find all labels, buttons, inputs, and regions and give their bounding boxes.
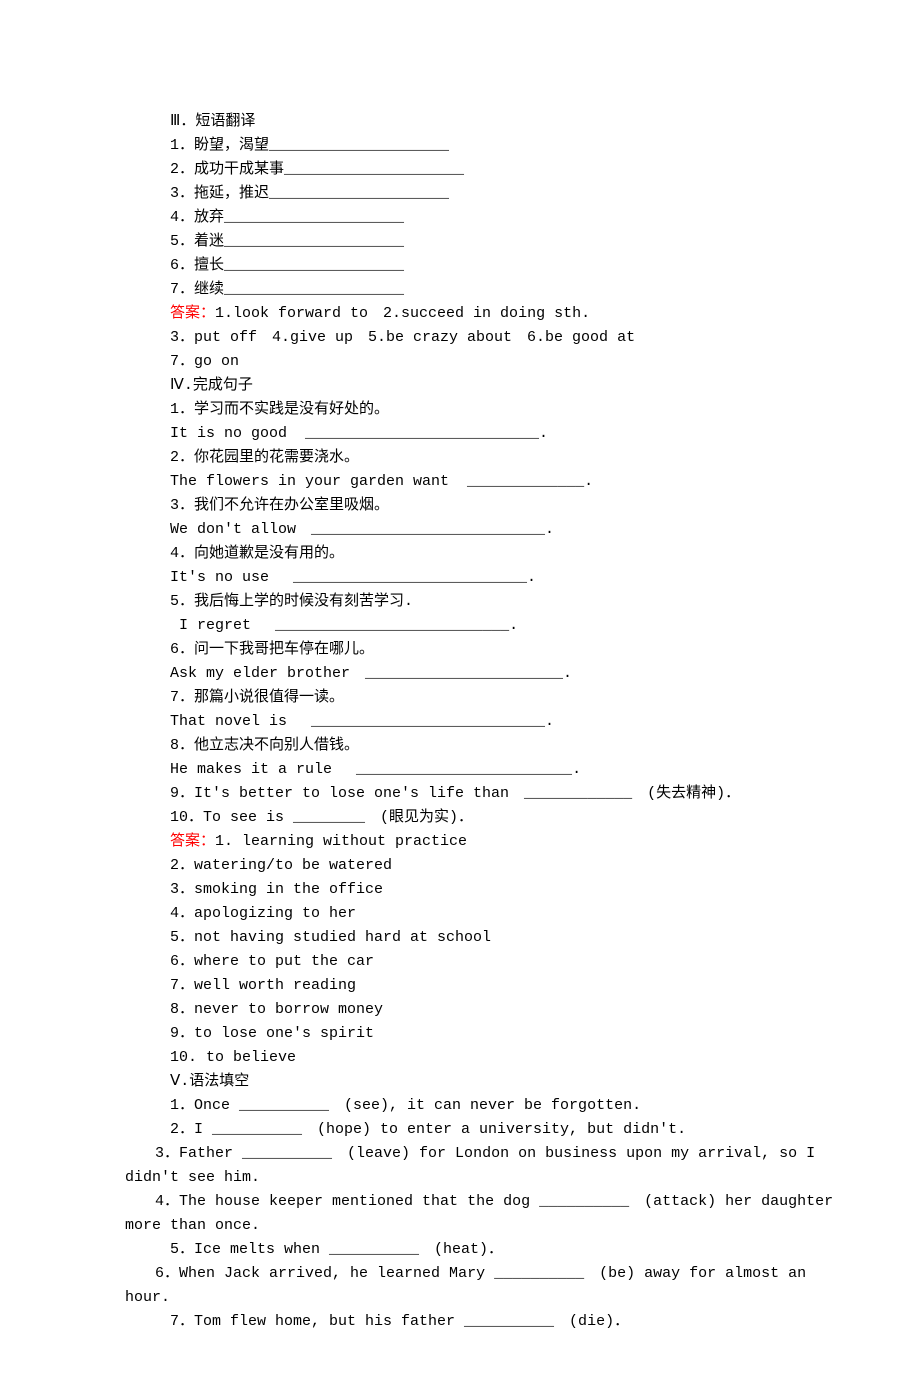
s3-item-2: 2．成功干成某事____________________ <box>80 158 840 182</box>
s3-item-7: 7．继续____________________ <box>80 278 840 302</box>
s4-answer-10: 10. to believe <box>80 1046 840 1070</box>
s4-e1: It is no good __________________________… <box>80 422 840 446</box>
section-4-title: Ⅳ.完成句子 <box>80 374 840 398</box>
s4-e6: Ask my elder brother ___________________… <box>80 662 840 686</box>
answer-label: 答案： <box>170 305 215 322</box>
s4-answer-2: 2．watering/to be watered <box>80 854 840 878</box>
s5-item-3-text: 3．Father __________ (leave) for London o… <box>125 1145 824 1186</box>
s4-answer-4: 4．apologizing to her <box>80 902 840 926</box>
s3-answer-line-3: 7．go on <box>80 350 840 374</box>
s4-e8: He makes it a rule _____________________… <box>80 758 840 782</box>
s4-answer-8: 8．never to borrow money <box>80 998 840 1022</box>
s5-item-6: 6．When Jack arrived, he learned Mary ___… <box>80 1262 840 1310</box>
s4-q7: 7．那篇小说很值得一读。 <box>80 686 840 710</box>
s4-answer-3: 3．smoking in the office <box>80 878 840 902</box>
s4-e2: The flowers in your garden want ________… <box>80 470 840 494</box>
s4-answer-9: 9．to lose one's spirit <box>80 1022 840 1046</box>
s3-item-6: 6．擅长____________________ <box>80 254 840 278</box>
s4-e3: We don't allow _________________________… <box>80 518 840 542</box>
s5-item-4: 4．The house keeper mentioned that the do… <box>80 1190 840 1238</box>
s5-item-5: 5．Ice melts when __________ (heat)． <box>80 1238 840 1262</box>
s5-item-3: 3．Father __________ (leave) for London o… <box>80 1142 840 1190</box>
answer-label: 答案： <box>170 833 215 850</box>
s3-answer-line-2: 3．put off 4.give up 5.be crazy about 6.b… <box>80 326 840 350</box>
s4-q2: 2．你花园里的花需要浇水。 <box>80 446 840 470</box>
s4-e4: It's no use __________________________. <box>80 566 840 590</box>
s4-extra-9: 9．It's better to lose one's life than __… <box>80 782 840 806</box>
s4-extra-10: 10．To see is ________ (眼见为实)． <box>80 806 840 830</box>
s3-item-1: 1．盼望，渴望____________________ <box>80 134 840 158</box>
section-5-title: Ⅴ.语法填空 <box>80 1070 840 1094</box>
s5-item-2: 2．I __________ (hope) to enter a univers… <box>80 1118 840 1142</box>
document-page: Ⅲ．短语翻译 1．盼望，渴望____________________ 2．成功干… <box>0 0 920 1394</box>
s5-item-1: 1．Once __________ (see), it can never be… <box>80 1094 840 1118</box>
s3-answer-1: 1.look forward to 2.succeed in doing sth… <box>215 305 590 322</box>
s4-q8: 8．他立志决不向别人借钱。 <box>80 734 840 758</box>
s4-answer-5: 5．not having studied hard at school <box>80 926 840 950</box>
s4-answer-1: 1. learning without practice <box>215 833 467 850</box>
s4-q5: 5．我后悔上学的时候没有刻苦学习. <box>80 590 840 614</box>
s3-item-4: 4．放弃____________________ <box>80 206 840 230</box>
s5-item-6-text: 6．When Jack arrived, he learned Mary ___… <box>125 1265 815 1306</box>
s5-item-7: 7．Tom flew home, but his father ________… <box>80 1310 840 1334</box>
s3-item-5: 5．着迷____________________ <box>80 230 840 254</box>
s4-e7: That novel is __________________________… <box>80 710 840 734</box>
s3-item-3: 3．拖延，推迟____________________ <box>80 182 840 206</box>
s4-q1: 1．学习而不实践是没有好处的。 <box>80 398 840 422</box>
s4-q3: 3．我们不允许在办公室里吸烟。 <box>80 494 840 518</box>
s4-q6: 6．问一下我哥把车停在哪儿。 <box>80 638 840 662</box>
s4-e5: I regret __________________________. <box>80 614 840 638</box>
section-3-title: Ⅲ．短语翻译 <box>80 110 840 134</box>
s4-q4: 4．向她道歉是没有用的。 <box>80 542 840 566</box>
s4-answer-line-1: 答案：1. learning without practice <box>80 830 840 854</box>
s3-answer-line-1: 答案：1.look forward to 2.succeed in doing … <box>80 302 840 326</box>
s4-answer-6: 6．where to put the car <box>80 950 840 974</box>
s5-item-4-text: 4．The house keeper mentioned that the do… <box>125 1193 842 1234</box>
s4-answer-7: 7．well worth reading <box>80 974 840 998</box>
